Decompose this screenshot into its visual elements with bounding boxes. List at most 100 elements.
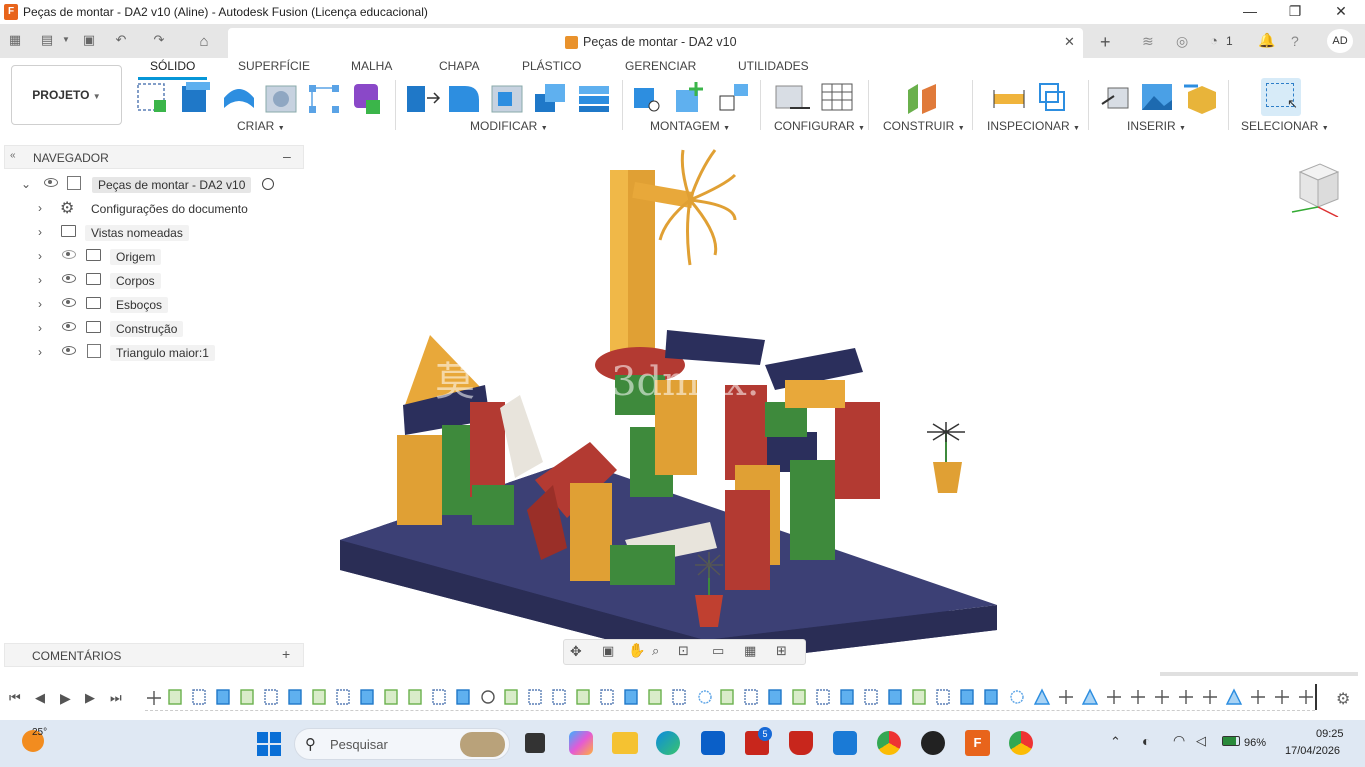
zoom-icon[interactable]: ⌕	[652, 643, 659, 659]
parameters-icon[interactable]	[775, 85, 810, 109]
visibility-eye-icon[interactable]	[62, 274, 76, 283]
browser-root[interactable]: ⌄ Peças de montar - DA2 v10	[0, 172, 300, 196]
go-to-start-icon[interactable]: ⏮	[9, 690, 21, 706]
maximize-button[interactable]: ❐	[1272, 0, 1318, 24]
chevron-down-icon[interactable]: ⌄	[21, 177, 31, 191]
hole-icon[interactable]	[265, 85, 297, 113]
browser-item[interactable]: › Construção	[0, 316, 300, 340]
browser-item[interactable]: › Vistas nomeadas	[0, 220, 300, 244]
configure-table-icon[interactable]	[821, 83, 853, 111]
chrome-icon[interactable]	[877, 731, 901, 755]
chevron-right-icon[interactable]: ›	[38, 249, 42, 263]
fusion-taskbar-icon[interactable]: F	[965, 730, 990, 756]
save-icon[interactable]: ▣	[81, 32, 97, 48]
group-construir[interactable]: CONSTRUIR ▼	[883, 119, 965, 133]
measure-icon[interactable]	[993, 90, 1025, 108]
media-player-icon[interactable]	[921, 731, 945, 755]
minimize-panel-icon[interactable]: –	[283, 148, 291, 164]
group-inspecionar[interactable]: INSPECIONAR ▼	[987, 119, 1080, 133]
extrude-icon[interactable]	[182, 82, 210, 112]
timeline-settings-gear-icon[interactable]: ⚙	[1336, 689, 1350, 709]
visibility-eye-icon[interactable]	[62, 322, 76, 331]
chevron-up-icon[interactable]: ⌃	[1110, 734, 1121, 750]
security-status-icon[interactable]: ◐	[1142, 733, 1150, 749]
tab-malha[interactable]: MALHA	[351, 59, 392, 73]
browser-item[interactable]: › Corpos	[0, 268, 300, 292]
clock-date[interactable]: 17/04/2026	[1285, 745, 1340, 757]
display-settings-icon[interactable]: ▭	[712, 643, 724, 659]
combine-icon[interactable]	[579, 86, 609, 112]
activate-radio-icon[interactable]	[262, 178, 274, 190]
help-icon[interactable]: ?	[1291, 33, 1299, 49]
tab-chapa[interactable]: CHAPA	[439, 59, 479, 73]
tab-plastico[interactable]: PLÁSTICO	[522, 59, 581, 73]
close-window-button[interactable]: ✕	[1318, 0, 1364, 24]
model-scene[interactable]: 莫 www. 3dmox.	[305, 140, 1365, 670]
fillet-icon[interactable]	[449, 86, 479, 112]
create-form-icon[interactable]	[354, 84, 380, 114]
search-box[interactable]: ⚲ Pesquisar	[294, 728, 510, 760]
chevron-right-icon[interactable]: ›	[38, 201, 42, 215]
minimize-button[interactable]: —	[1227, 0, 1273, 24]
file-menu-icon[interactable]: ▤	[39, 32, 55, 48]
wifi-icon[interactable]: ◠	[1173, 732, 1185, 749]
step-back-icon[interactable]: ◀	[35, 690, 45, 706]
apps-grid-icon[interactable]: ▦	[7, 32, 23, 48]
as-built-joint-icon[interactable]	[719, 84, 748, 111]
online-status-icon[interactable]: ◎	[1176, 33, 1188, 50]
redo-icon[interactable]: ↷	[151, 32, 167, 48]
fit-icon[interactable]: ⊡	[678, 643, 689, 659]
offset-plane-icon[interactable]	[908, 84, 936, 114]
insert-mesh-icon[interactable]	[1184, 84, 1216, 114]
group-montagem[interactable]: MONTAGEM ▼	[650, 119, 730, 133]
timeline-scrollbar[interactable]	[1160, 672, 1358, 676]
extensions-icon[interactable]: ≋	[1142, 33, 1154, 50]
volume-icon[interactable]: ◁	[1196, 733, 1206, 749]
interference-icon[interactable]	[1039, 83, 1065, 111]
collapse-panel-icon[interactable]: «	[10, 150, 16, 161]
group-inserir[interactable]: INSERIR ▼	[1127, 119, 1186, 133]
group-criar[interactable]: CRIAR ▼	[237, 119, 285, 133]
user-avatar[interactable]: AD	[1327, 29, 1353, 53]
chrome-profile-icon[interactable]	[1009, 731, 1033, 755]
browser-item[interactable]: › Esboços	[0, 292, 300, 316]
insert-derive-icon[interactable]	[1101, 87, 1129, 109]
select-tool-button[interactable]: ↖	[1261, 78, 1301, 116]
shell-icon[interactable]	[535, 84, 565, 112]
new-component-icon[interactable]	[676, 82, 703, 112]
comments-panel-header[interactable]: COMENTÁRIOS +	[4, 643, 304, 667]
tab-superficie[interactable]: SUPERFÍCIE	[238, 59, 310, 73]
grid-settings-icon[interactable]: ▦	[744, 643, 756, 659]
pan-icon[interactable]: ✋	[628, 642, 645, 659]
chamfer-icon[interactable]	[491, 85, 523, 113]
chevron-right-icon[interactable]: ›	[38, 225, 42, 239]
chevron-right-icon[interactable]: ›	[38, 345, 42, 359]
look-at-icon[interactable]: ▣	[602, 643, 614, 659]
mcafee-icon[interactable]	[789, 731, 813, 755]
viewports-icon[interactable]: ⊞	[776, 643, 787, 659]
step-forward-icon[interactable]: ▶	[85, 690, 95, 706]
revolve-icon[interactable]	[224, 89, 254, 108]
tab-gerenciar[interactable]: GERENCIAR	[625, 59, 696, 73]
visibility-eye-icon[interactable]	[44, 178, 58, 187]
hidden-eye-icon[interactable]	[62, 250, 76, 259]
undo-icon[interactable]: ↶	[113, 32, 129, 48]
go-to-end-icon[interactable]: ⏭	[110, 690, 122, 706]
group-selecionar[interactable]: SELECIONAR ▼	[1241, 119, 1329, 133]
copilot-icon[interactable]	[569, 731, 593, 755]
pattern-icon[interactable]	[309, 85, 339, 113]
visibility-eye-icon[interactable]	[62, 298, 76, 307]
visibility-eye-icon[interactable]	[62, 346, 76, 355]
insert-canvas-icon[interactable]	[1142, 84, 1172, 110]
outlook-icon[interactable]	[833, 731, 857, 755]
create-sketch-icon[interactable]	[137, 83, 166, 112]
add-comment-icon[interactable]: +	[282, 646, 290, 662]
view-cube-icon[interactable]	[1290, 162, 1340, 218]
job-status-icon[interactable]: ◔	[1210, 33, 1218, 48]
tab-solido[interactable]: SÓLIDO	[150, 59, 195, 73]
chevron-right-icon[interactable]: ›	[38, 273, 42, 287]
browser-item[interactable]: › ⚙ Configurações do documento	[0, 196, 300, 220]
store-icon[interactable]	[701, 731, 725, 755]
file-explorer-icon[interactable]	[612, 732, 638, 754]
chevron-right-icon[interactable]: ›	[38, 297, 42, 311]
